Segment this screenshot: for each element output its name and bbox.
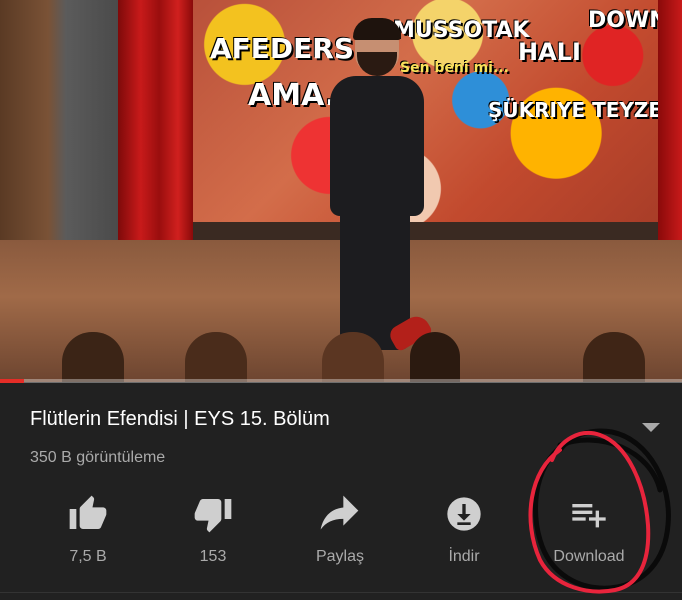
chevron-down-icon[interactable]	[642, 423, 660, 432]
download-label: İndir	[448, 548, 480, 565]
save-to-playlist-button[interactable]: Download	[529, 490, 649, 566]
share-button[interactable]: Paylaş	[280, 490, 400, 566]
performer	[320, 18, 434, 370]
stage-wall-left	[0, 0, 120, 265]
thumbs-up-icon	[69, 495, 107, 529]
share-arrow-icon	[320, 495, 359, 530]
like-count: 7,5 B	[69, 548, 107, 565]
wall-text: DOWN	[588, 8, 668, 33]
performer-hair	[353, 18, 401, 40]
share-label: Paylaş	[315, 548, 365, 565]
audience-head	[583, 332, 645, 382]
curtain-left	[118, 0, 193, 262]
audience-head	[62, 332, 124, 382]
performer-beard	[357, 52, 397, 76]
like-button[interactable]: 7,5 B	[28, 490, 148, 566]
save-label: Download	[553, 548, 625, 565]
dislike-count: 153	[199, 548, 227, 565]
video-progress-bar[interactable]	[0, 379, 682, 383]
audience-head	[410, 332, 460, 382]
playlist-add-icon	[572, 504, 606, 528]
performer-jacket	[330, 76, 424, 216]
divider	[0, 592, 682, 593]
view-count: 350 B görüntüleme	[30, 449, 166, 466]
action-row: 7,5 B 153 Paylaş İndir Download	[0, 490, 682, 580]
video-title: Flütlerin Efendisi | EYS 15. Bölüm	[30, 408, 330, 430]
dislike-button[interactable]: 153	[153, 490, 273, 566]
wall-text: HALI	[518, 38, 581, 66]
download-circle-icon	[447, 497, 481, 531]
curtain-right	[658, 0, 682, 262]
video-progress-fill	[0, 379, 24, 383]
download-button[interactable]: İndir	[404, 490, 524, 566]
video-player[interactable]: AFEDERSİN AMA... MUSSOTAK HALI ŞÜKRIYE T…	[0, 0, 682, 382]
audience-head	[322, 332, 384, 382]
wall-text: ŞÜKRIYE TEYZE	[488, 98, 663, 122]
audience-head	[185, 332, 247, 382]
thumbs-down-icon	[194, 499, 232, 533]
